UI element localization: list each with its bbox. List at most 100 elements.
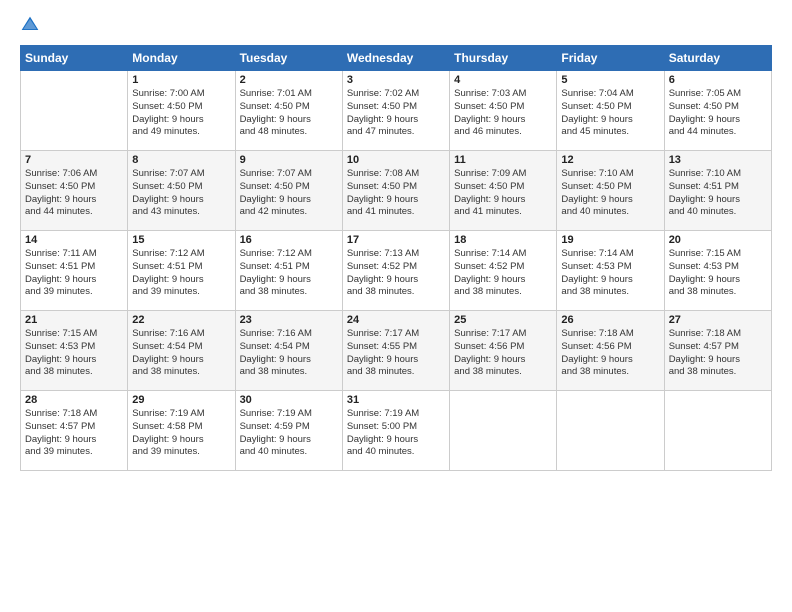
calendar-day-cell: 17 Sunrise: 7:13 AMSunset: 4:52 PMDayligh… bbox=[342, 231, 449, 311]
calendar-week-row: 1 Sunrise: 7:00 AMSunset: 4:50 PMDaylight… bbox=[21, 71, 772, 151]
day-number: 24 bbox=[347, 314, 445, 326]
day-number: 9 bbox=[240, 154, 338, 166]
day-info: Sunrise: 7:16 AMSunset: 4:54 PMDaylight:… bbox=[132, 328, 230, 379]
calendar-day-cell: 9 Sunrise: 7:07 AMSunset: 4:50 PMDaylight… bbox=[235, 151, 342, 231]
day-number: 15 bbox=[132, 234, 230, 246]
day-number: 8 bbox=[132, 154, 230, 166]
day-number: 18 bbox=[454, 234, 552, 246]
calendar-day-cell: 18 Sunrise: 7:14 AMSunset: 4:52 PMDayligh… bbox=[450, 231, 557, 311]
day-number: 11 bbox=[454, 154, 552, 166]
calendar-day-cell: 31 Sunrise: 7:19 AMSunset: 5:00 PMDayligh… bbox=[342, 391, 449, 471]
day-number: 30 bbox=[240, 394, 338, 406]
day-number: 6 bbox=[669, 74, 767, 86]
calendar-day-cell: 4 Sunrise: 7:03 AMSunset: 4:50 PMDaylight… bbox=[450, 71, 557, 151]
day-info: Sunrise: 7:14 AMSunset: 4:52 PMDaylight:… bbox=[454, 248, 552, 299]
calendar-day-cell: 11 Sunrise: 7:09 AMSunset: 4:50 PMDayligh… bbox=[450, 151, 557, 231]
day-number: 19 bbox=[561, 234, 659, 246]
calendar-day-cell: 27 Sunrise: 7:18 AMSunset: 4:57 PMDayligh… bbox=[664, 311, 771, 391]
day-info: Sunrise: 7:04 AMSunset: 4:50 PMDaylight:… bbox=[561, 88, 659, 139]
calendar-day-cell: 30 Sunrise: 7:19 AMSunset: 4:59 PMDayligh… bbox=[235, 391, 342, 471]
calendar-container: SundayMondayTuesdayWednesdayThursdayFrid… bbox=[0, 0, 792, 612]
logo bbox=[20, 15, 44, 35]
day-number: 22 bbox=[132, 314, 230, 326]
day-number: 13 bbox=[669, 154, 767, 166]
day-info: Sunrise: 7:12 AMSunset: 4:51 PMDaylight:… bbox=[240, 248, 338, 299]
day-info: Sunrise: 7:03 AMSunset: 4:50 PMDaylight:… bbox=[454, 88, 552, 139]
calendar-day-cell: 1 Sunrise: 7:00 AMSunset: 4:50 PMDaylight… bbox=[128, 71, 235, 151]
calendar-day-cell: 13Sunrise: 7:10 AMSunset: 4:51 PMDayligh… bbox=[664, 151, 771, 231]
day-number: 1 bbox=[132, 74, 230, 86]
day-info: Sunrise: 7:19 AMSunset: 4:58 PMDaylight:… bbox=[132, 408, 230, 459]
day-of-week-header: Monday bbox=[128, 46, 235, 71]
calendar-day-cell: 26 Sunrise: 7:18 AMSunset: 4:56 PMDayligh… bbox=[557, 311, 664, 391]
day-number: 2 bbox=[240, 74, 338, 86]
calendar-day-cell: 15 Sunrise: 7:12 AMSunset: 4:51 PMDayligh… bbox=[128, 231, 235, 311]
day-number: 14 bbox=[25, 234, 123, 246]
day-info: Sunrise: 7:02 AMSunset: 4:50 PMDaylight:… bbox=[347, 88, 445, 139]
calendar-day-cell bbox=[664, 391, 771, 471]
calendar-day-cell: 22 Sunrise: 7:16 AMSunset: 4:54 PMDayligh… bbox=[128, 311, 235, 391]
calendar-day-cell: 7Sunrise: 7:06 AMSunset: 4:50 PMDaylight… bbox=[21, 151, 128, 231]
calendar-day-cell: 2 Sunrise: 7:01 AMSunset: 4:50 PMDaylight… bbox=[235, 71, 342, 151]
calendar-day-cell: 16Sunrise: 7:12 AMSunset: 4:51 PMDayligh… bbox=[235, 231, 342, 311]
calendar-day-cell: 12 Sunrise: 7:10 AMSunset: 4:50 PMDayligh… bbox=[557, 151, 664, 231]
calendar-week-row: 14 Sunrise: 7:11 AMSunset: 4:51 PMDayligh… bbox=[21, 231, 772, 311]
day-info: Sunrise: 7:17 AMSunset: 4:55 PMDaylight:… bbox=[347, 328, 445, 379]
day-info: Sunrise: 7:05 AMSunset: 4:50 PMDaylight:… bbox=[669, 88, 767, 139]
calendar-day-cell: 19 Sunrise: 7:14 AMSunset: 4:53 PMDayligh… bbox=[557, 231, 664, 311]
day-number: 23 bbox=[240, 314, 338, 326]
day-of-week-header: Saturday bbox=[664, 46, 771, 71]
calendar-day-cell bbox=[21, 71, 128, 151]
calendar-day-cell: 28 Sunrise: 7:18 AMSunset: 4:57 PMDayligh… bbox=[21, 391, 128, 471]
day-number: 7 bbox=[25, 154, 123, 166]
day-number: 12 bbox=[561, 154, 659, 166]
calendar-day-cell: 20Sunrise: 7:15 AMSunset: 4:53 PMDayligh… bbox=[664, 231, 771, 311]
calendar-day-cell: 8 Sunrise: 7:07 AMSunset: 4:50 PMDaylight… bbox=[128, 151, 235, 231]
day-info: Sunrise: 7:13 AMSunset: 4:52 PMDaylight:… bbox=[347, 248, 445, 299]
day-info: Sunrise: 7:09 AMSunset: 4:50 PMDaylight:… bbox=[454, 168, 552, 219]
calendar-day-cell: 24 Sunrise: 7:17 AMSunset: 4:55 PMDayligh… bbox=[342, 311, 449, 391]
calendar-header-row: SundayMondayTuesdayWednesdayThursdayFrid… bbox=[21, 46, 772, 71]
day-info: Sunrise: 7:19 AMSunset: 5:00 PMDaylight:… bbox=[347, 408, 445, 459]
calendar-day-cell bbox=[557, 391, 664, 471]
day-info: Sunrise: 7:18 AMSunset: 4:57 PMDaylight:… bbox=[669, 328, 767, 379]
day-number: 17 bbox=[347, 234, 445, 246]
day-info: Sunrise: 7:11 AMSunset: 4:51 PMDaylight:… bbox=[25, 248, 123, 299]
day-number: 28 bbox=[25, 394, 123, 406]
day-info: Sunrise: 7:07 AMSunset: 4:50 PMDaylight:… bbox=[240, 168, 338, 219]
day-number: 27 bbox=[669, 314, 767, 326]
day-of-week-header: Thursday bbox=[450, 46, 557, 71]
day-of-week-header: Sunday bbox=[21, 46, 128, 71]
day-info: Sunrise: 7:00 AMSunset: 4:50 PMDaylight:… bbox=[132, 88, 230, 139]
calendar-day-cell: 14 Sunrise: 7:11 AMSunset: 4:51 PMDayligh… bbox=[21, 231, 128, 311]
day-number: 26 bbox=[561, 314, 659, 326]
day-number: 29 bbox=[132, 394, 230, 406]
calendar-day-cell: 21Sunrise: 7:15 AMSunset: 4:53 PMDayligh… bbox=[21, 311, 128, 391]
calendar-day-cell: 6 Sunrise: 7:05 AMSunset: 4:50 PMDaylight… bbox=[664, 71, 771, 151]
calendar-week-row: 21Sunrise: 7:15 AMSunset: 4:53 PMDayligh… bbox=[21, 311, 772, 391]
day-of-week-header: Tuesday bbox=[235, 46, 342, 71]
day-number: 4 bbox=[454, 74, 552, 86]
calendar-table: SundayMondayTuesdayWednesdayThursdayFrid… bbox=[20, 45, 772, 471]
day-info: Sunrise: 7:10 AMSunset: 4:50 PMDaylight:… bbox=[561, 168, 659, 219]
day-info: Sunrise: 7:15 AMSunset: 4:53 PMDaylight:… bbox=[25, 328, 123, 379]
header bbox=[20, 15, 772, 35]
day-number: 5 bbox=[561, 74, 659, 86]
day-number: 31 bbox=[347, 394, 445, 406]
calendar-day-cell: 23Sunrise: 7:16 AMSunset: 4:54 PMDayligh… bbox=[235, 311, 342, 391]
day-of-week-header: Friday bbox=[557, 46, 664, 71]
day-info: Sunrise: 7:14 AMSunset: 4:53 PMDaylight:… bbox=[561, 248, 659, 299]
calendar-day-cell: 25Sunrise: 7:17 AMSunset: 4:56 PMDayligh… bbox=[450, 311, 557, 391]
day-info: Sunrise: 7:01 AMSunset: 4:50 PMDaylight:… bbox=[240, 88, 338, 139]
day-info: Sunrise: 7:07 AMSunset: 4:50 PMDaylight:… bbox=[132, 168, 230, 219]
day-info: Sunrise: 7:12 AMSunset: 4:51 PMDaylight:… bbox=[132, 248, 230, 299]
day-number: 3 bbox=[347, 74, 445, 86]
day-info: Sunrise: 7:15 AMSunset: 4:53 PMDaylight:… bbox=[669, 248, 767, 299]
day-info: Sunrise: 7:18 AMSunset: 4:56 PMDaylight:… bbox=[561, 328, 659, 379]
calendar-day-cell: 29 Sunrise: 7:19 AMSunset: 4:58 PMDayligh… bbox=[128, 391, 235, 471]
day-number: 10 bbox=[347, 154, 445, 166]
day-info: Sunrise: 7:18 AMSunset: 4:57 PMDaylight:… bbox=[25, 408, 123, 459]
day-info: Sunrise: 7:19 AMSunset: 4:59 PMDaylight:… bbox=[240, 408, 338, 459]
calendar-day-cell bbox=[450, 391, 557, 471]
day-of-week-header: Wednesday bbox=[342, 46, 449, 71]
